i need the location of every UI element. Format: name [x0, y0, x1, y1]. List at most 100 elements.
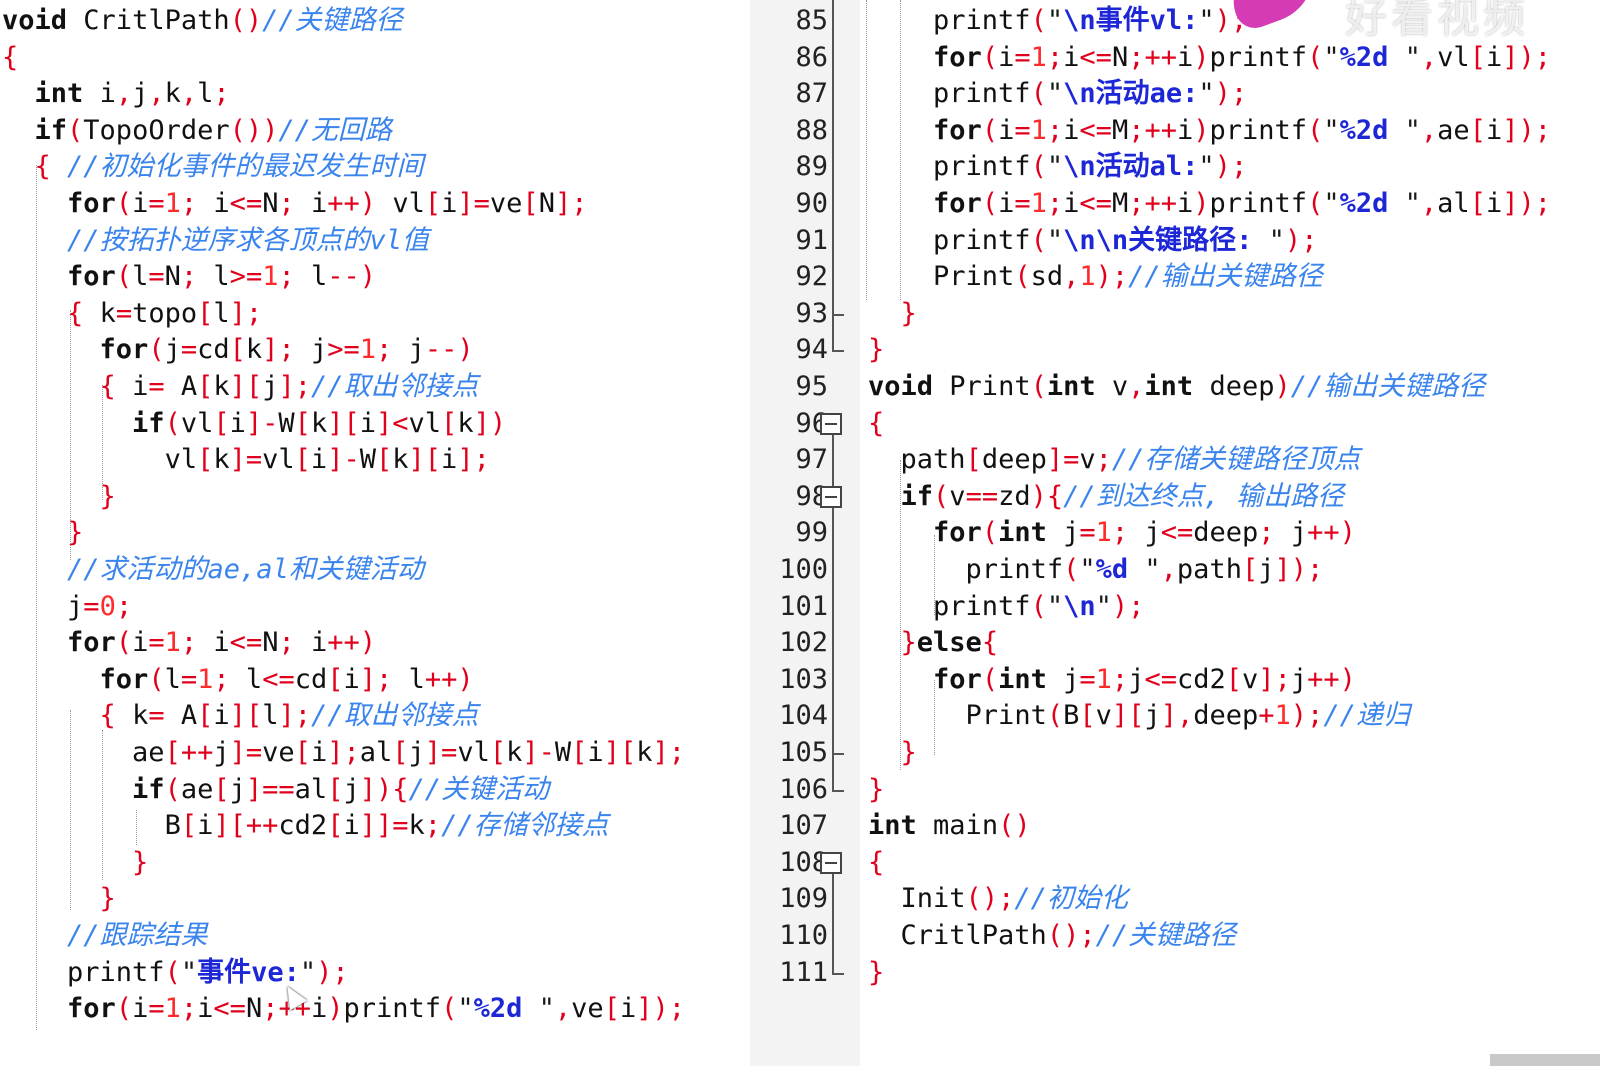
code-line[interactable]: CritlPath();//关键路径	[868, 918, 1237, 954]
line-number: 91	[795, 224, 828, 256]
line-number: 88	[795, 114, 828, 146]
indent-guide	[900, 0, 901, 300]
code-line[interactable]: { i= A[k][j];//取出邻接点	[2, 369, 479, 405]
code-line[interactable]: }	[868, 955, 884, 991]
code-line[interactable]: for(i=1;i<=M;++i)printf("%2d ",ae[i]);	[868, 113, 1551, 149]
line-number: 95	[795, 371, 828, 402]
code-line[interactable]: }	[868, 735, 917, 771]
code-line[interactable]: {	[868, 406, 884, 442]
fold-end-marker	[832, 972, 844, 975]
code-line[interactable]: if(vl[i]-W[k][i]<vl[k])	[2, 406, 506, 442]
right-code-editor[interactable]: printf("\n事件vl:"); for(i=1;i<=N;++i)prin…	[860, 0, 1619, 1066]
code-line[interactable]: printf("\n活动ae:");	[868, 76, 1247, 112]
fold-end-marker	[832, 350, 844, 353]
code-line[interactable]: void Print(int v,int deep)//输出关键路径	[868, 369, 1485, 405]
fold-end-marker	[832, 313, 844, 316]
fold-toggle-icon[interactable]	[820, 485, 842, 508]
line-number: 102	[779, 627, 828, 659]
line-number: 96	[795, 407, 828, 439]
code-line[interactable]: printf("\n");	[868, 589, 1144, 625]
line-number: 98	[795, 480, 828, 512]
code-line[interactable]: {	[868, 845, 884, 881]
code-line[interactable]: {	[2, 40, 18, 76]
code-line[interactable]: int main()	[868, 808, 1031, 844]
line-number: 94	[795, 334, 828, 366]
code-line[interactable]: printf("\n\n关键路径: ");	[868, 223, 1317, 259]
line-number: 109	[779, 883, 828, 915]
code-line[interactable]: Print(B[v][j],deep+1);//递归	[868, 698, 1410, 734]
indent-guide	[136, 810, 137, 845]
line-number: 107	[779, 810, 828, 842]
code-line[interactable]: if(ae[j]==al[j]){//关键活动	[2, 772, 549, 808]
code-line[interactable]: //按拓扑逆序求各顶点的vl值	[2, 223, 429, 259]
code-line[interactable]: for(l=1; l<=cd[i]; l++)	[2, 662, 474, 698]
code-line[interactable]: int i,j,k,l;	[2, 76, 230, 112]
line-number: 110	[779, 920, 828, 951]
code-line[interactable]: }	[2, 515, 83, 551]
line-number: 103	[779, 663, 828, 695]
code-line[interactable]: printf("\n事件vl:");	[868, 3, 1247, 39]
fold-toggle-icon[interactable]	[820, 851, 842, 874]
line-number: 85	[795, 5, 828, 36]
indent-guide	[102, 730, 103, 880]
code-line[interactable]: }else{	[868, 625, 999, 661]
indent-guide	[102, 385, 103, 500]
code-line[interactable]: Print(sd,1);//输出关键路径	[868, 259, 1323, 295]
code-line[interactable]: printf("\n活动al:");	[868, 149, 1247, 185]
code-line[interactable]: printf("%d ",path[j]);	[868, 552, 1324, 588]
code-line[interactable]: }	[2, 845, 148, 881]
code-line[interactable]: if(v==zd){//到达终点, 输出路径	[868, 479, 1345, 515]
indent-guide	[900, 460, 901, 770]
code-line[interactable]: for(l=N; l>=1; l--)	[2, 259, 376, 295]
code-line[interactable]: { k= A[i][l];//取出邻接点	[2, 698, 479, 734]
code-line[interactable]: Init();//初始化	[868, 881, 1128, 917]
horizontal-scrollbar-thumb[interactable]	[1490, 1054, 1600, 1066]
code-line[interactable]: { k=topo[l];	[2, 296, 262, 332]
code-line[interactable]: for(i=1; i<=N; i++) vl[i]=ve[N];	[2, 186, 587, 222]
code-line[interactable]: path[deep]=v;//存储关键路径顶点	[868, 442, 1361, 478]
line-number: 90	[795, 188, 828, 219]
line-number: 106	[779, 773, 828, 805]
line-number: 87	[795, 78, 828, 110]
line-number: 101	[779, 590, 828, 622]
code-line[interactable]: for(i=1;i<=N;++i)printf("%2d ",ve[i]);	[2, 991, 685, 1027]
line-number: 111	[779, 956, 828, 988]
code-line[interactable]: for(j=cd[k]; j>=1; j--)	[2, 332, 474, 368]
watermark-text: 好看视频	[1344, 0, 1529, 42]
line-number: 92	[795, 261, 828, 293]
code-line[interactable]: if(TopoOrder())//无回路	[2, 113, 392, 149]
code-line[interactable]: { //初始化事件的最迟发生时间	[2, 149, 424, 185]
code-line[interactable]: ae[++j]=ve[i];al[j]=vl[k]-W[i][k];	[2, 735, 685, 771]
code-line[interactable]: for(int j=1;j<=cd2[v];j++)	[868, 662, 1356, 698]
line-number: 99	[795, 517, 828, 549]
code-line[interactable]: }	[868, 332, 884, 368]
left-code-editor[interactable]: void CritlPath()//关键路径{ int i,j,k,l; if(…	[0, 0, 750, 1066]
fold-toggle-icon[interactable]	[820, 412, 842, 435]
code-line[interactable]: B[i][++cd2[i]]=k;//存储邻接点	[2, 808, 609, 844]
code-line[interactable]: //跟踪结果	[2, 918, 208, 954]
fold-rail	[832, 0, 834, 351]
indent-guide	[866, 0, 867, 300]
indent-guide	[70, 710, 71, 910]
line-number: 93	[795, 297, 828, 329]
code-line[interactable]: for(int j=1; j<=deep; j++)	[868, 515, 1356, 551]
code-line[interactable]: j=0;	[2, 589, 132, 625]
code-line[interactable]: for(i=1; i<=N; i++)	[2, 625, 376, 661]
code-line[interactable]: vl[k]=vl[i]-W[k][i];	[2, 442, 490, 478]
line-number: 97	[795, 444, 828, 476]
fold-rail	[832, 872, 834, 973]
code-line[interactable]: void CritlPath()//关键路径	[2, 3, 403, 39]
indent-guide	[36, 165, 37, 1030]
code-line[interactable]: //求活动的ae,al和关键活动	[2, 552, 424, 588]
indent-guide	[934, 535, 935, 615]
code-line[interactable]: for(i=1;i<=M;++i)printf("%2d ",al[i]);	[868, 186, 1551, 222]
line-number: 100	[779, 554, 828, 585]
fold-end-marker	[832, 789, 844, 792]
code-line[interactable]: }	[868, 296, 917, 332]
code-line[interactable]: }	[2, 479, 116, 515]
code-line[interactable]: }	[868, 772, 884, 808]
indent-guide	[70, 310, 71, 560]
line-number: 89	[795, 151, 828, 183]
line-number-gutter[interactable]: 85 86 87 88 89 90 91 92 93 94 95 96 97 98 99 100 101 102 1…	[750, 0, 860, 1066]
code-line[interactable]: }	[2, 881, 116, 917]
